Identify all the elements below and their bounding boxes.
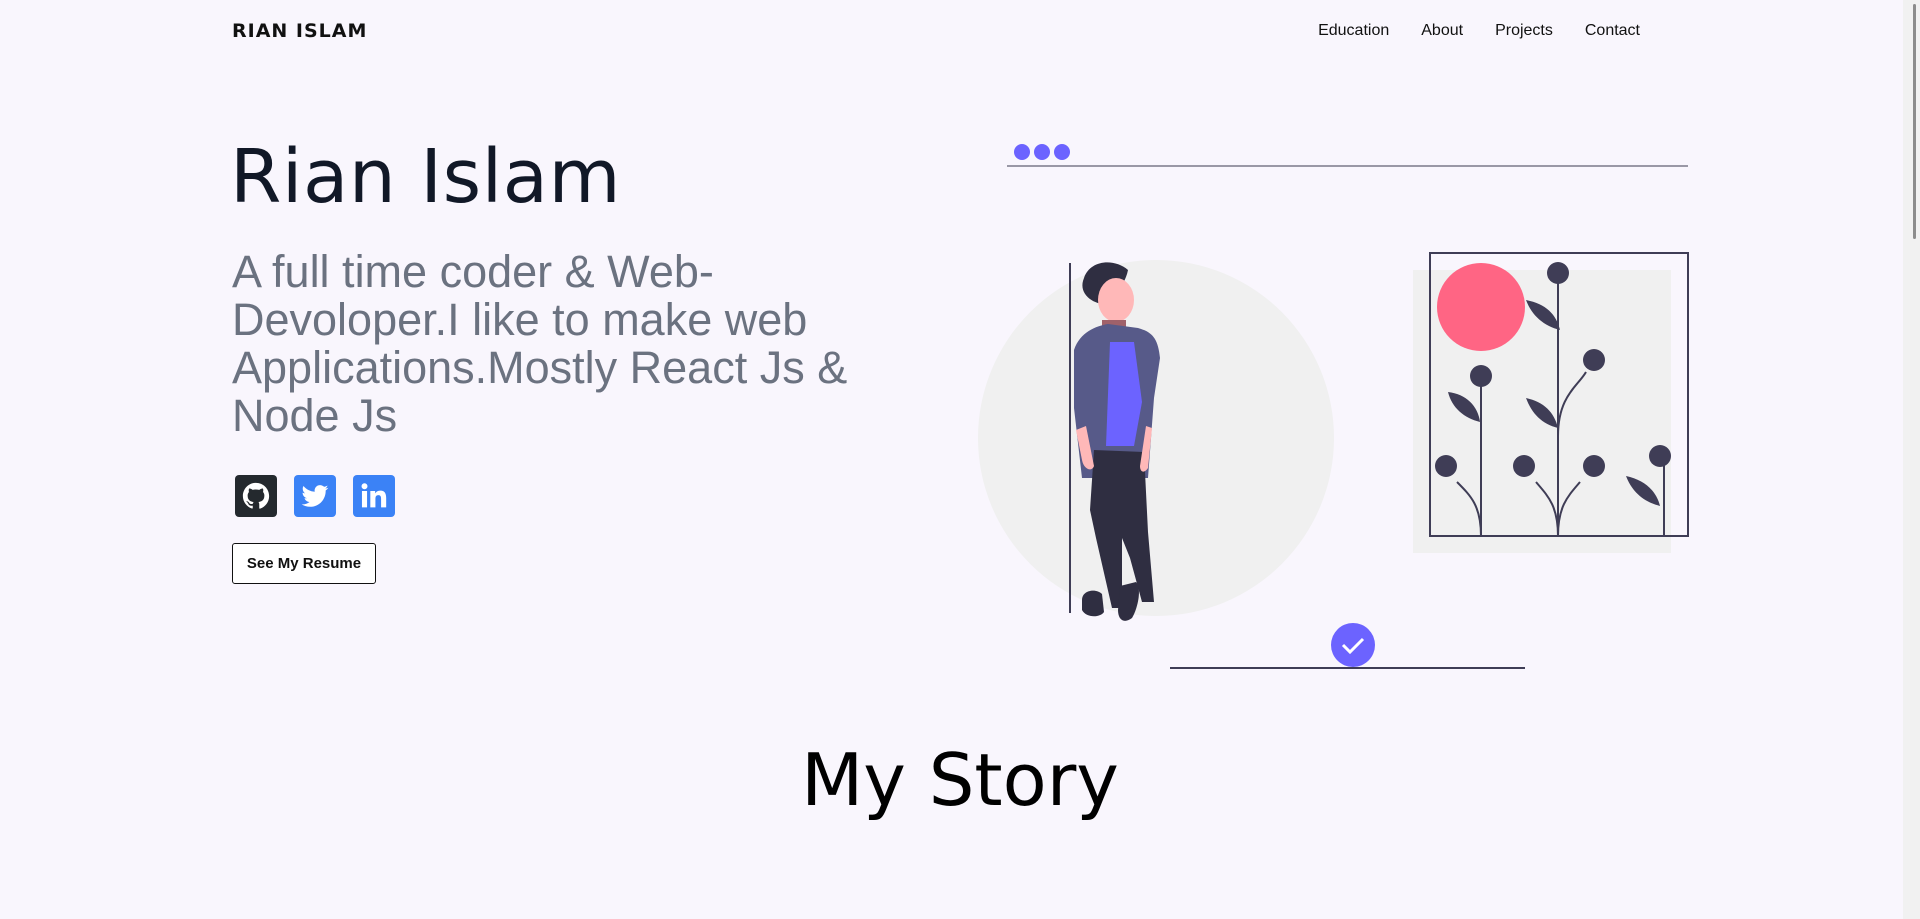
check-icon (1331, 623, 1375, 667)
nav-education[interactable]: Education (1318, 22, 1389, 40)
main-nav: Education About Projects Contact (1318, 22, 1640, 40)
hero-name: Rian Islam (230, 134, 622, 220)
section-title-my-story: My Story (801, 738, 1119, 822)
nav-about[interactable]: About (1421, 22, 1463, 40)
social-links (235, 475, 395, 517)
github-icon[interactable] (235, 475, 277, 517)
see-resume-button[interactable]: See My Resume (232, 543, 376, 584)
linkedin-icon[interactable] (353, 475, 395, 517)
hero-tagline: A full time coder & Web-Devoloper.I like… (232, 246, 848, 441)
window-dots (1014, 144, 1070, 160)
logo[interactable]: Rian Islam (232, 20, 367, 42)
scrollbar-thumb[interactable] (1913, 4, 1916, 239)
nav-contact[interactable]: Contact (1585, 22, 1640, 40)
twitter-icon[interactable] (294, 475, 336, 517)
hero-illustration (978, 144, 1689, 669)
nav-projects[interactable]: Projects (1495, 22, 1553, 40)
